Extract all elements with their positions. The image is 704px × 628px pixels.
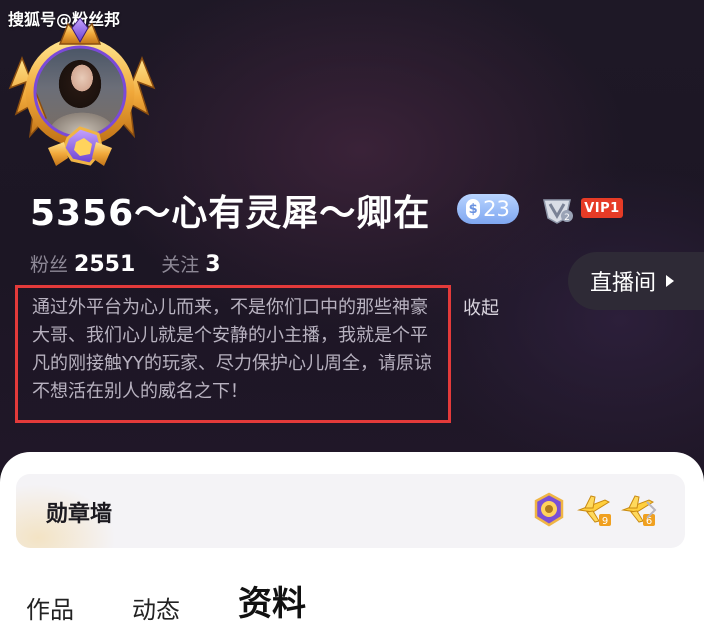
vip-badge: VIP1 <box>581 198 623 218</box>
coin-icon: $ <box>466 199 481 219</box>
medal-wall-title: 勋章墙 <box>46 502 113 527</box>
bio-highlight-box: 通过外平台为心儿而来，不是你们口中的那些神豪大哥、我们心儿就是个安静的小主播，我… <box>15 285 451 423</box>
tab-moments[interactable]: 动态 <box>132 590 180 625</box>
live-room-label: 直播间 <box>590 271 657 296</box>
live-room-button[interactable]: 直播间 <box>568 252 704 310</box>
profile-username: 5356～心有灵犀～卿在 <box>30 193 431 234</box>
diamond-v-icon: 2 <box>543 199 573 224</box>
profile-bio: 通过外平台为心儿而来，不是你们口中的那些神豪大哥、我们心儿就是个安静的小主播，我… <box>32 297 432 402</box>
medal-list: 9 6 <box>531 492 655 528</box>
profile-tabs: 作品 动态 资料 <box>26 576 364 625</box>
plane-medal-number-9: 9 <box>602 516 608 527</box>
plane-medal-icon-9: 9 <box>575 492 611 528</box>
play-arrow-icon <box>666 275 675 287</box>
level-badge: $ 23 <box>457 194 519 224</box>
chevron-right-icon <box>646 501 657 519</box>
collapse-bio-button[interactable]: 收起 <box>463 294 499 320</box>
tab-works[interactable]: 作品 <box>26 590 74 625</box>
follow-count[interactable]: 3 <box>205 252 220 277</box>
fans-count[interactable]: 2551 <box>74 252 135 277</box>
tab-profile-info[interactable]: 资料 <box>238 576 306 625</box>
level-number: 23 <box>483 197 510 221</box>
follow-label: 关注 <box>161 254 200 276</box>
follow-stats: 粉丝 2551 关注 3 <box>30 250 247 277</box>
purple-medal-icon <box>531 492 567 528</box>
v-level-number: 2 <box>564 213 570 223</box>
fans-label: 粉丝 <box>30 254 69 276</box>
medal-wall-card[interactable]: 勋章墙 9 6 <box>16 474 685 548</box>
crown-frame-icon <box>8 18 156 166</box>
avatar-with-frame[interactable] <box>8 18 156 176</box>
v-level-badge: 2 <box>540 194 574 224</box>
